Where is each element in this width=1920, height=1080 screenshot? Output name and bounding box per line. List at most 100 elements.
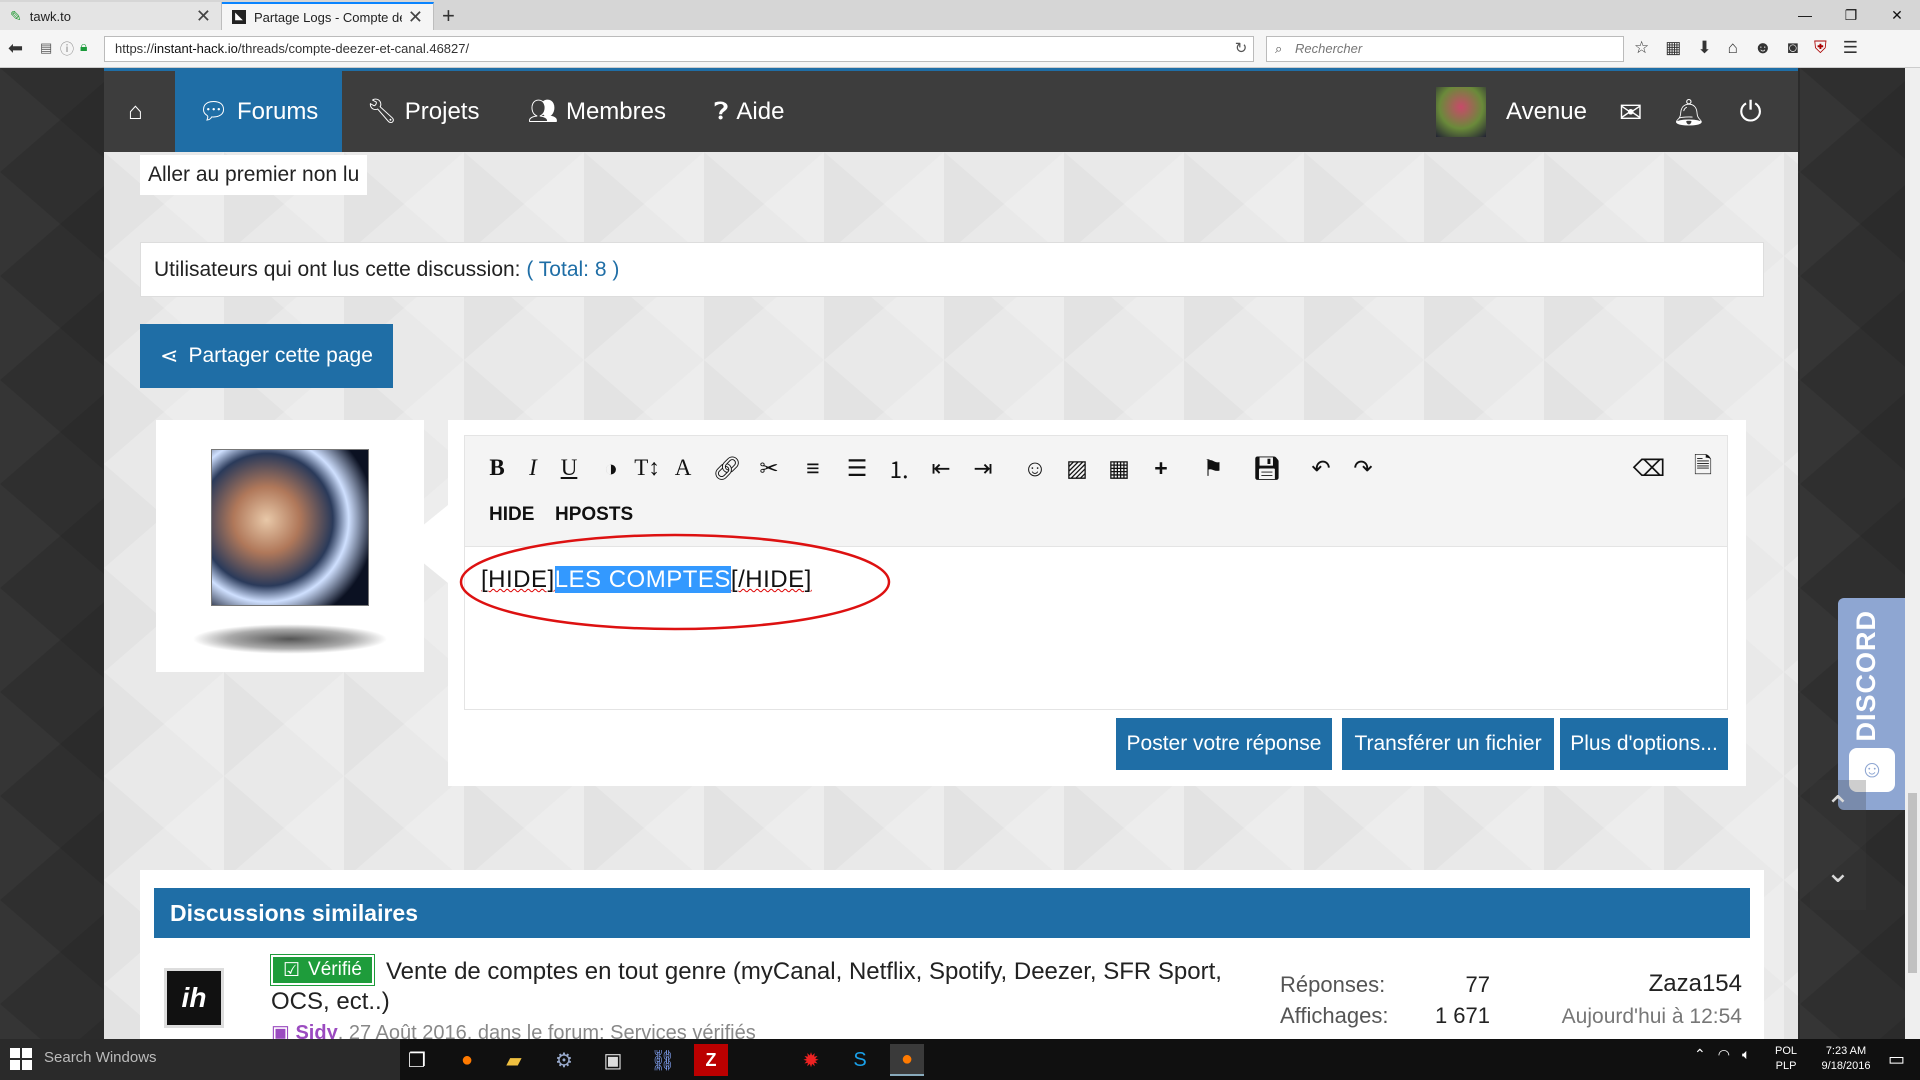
more-options-button[interactable]: Plus d'options... <box>1560 718 1728 770</box>
close-window-button[interactable]: ✕ <box>1874 0 1920 30</box>
windows-start-icon[interactable] <box>10 1048 32 1070</box>
file-explorer-icon[interactable]: ▰ <box>497 1044 531 1076</box>
reload-icon[interactable]: ↻ <box>1228 36 1254 62</box>
undo-button[interactable]: ↶ <box>1303 450 1339 486</box>
wifi-icon[interactable]: ◠ <box>1718 1046 1730 1063</box>
image-button[interactable]: ▨ <box>1059 450 1095 486</box>
last-post-date[interactable]: Aujourd'hui à 12:54 <box>1500 1005 1742 1029</box>
pocket-icon[interactable]: ◙ <box>1788 38 1798 58</box>
color-button[interactable]: ◑ <box>593 450 629 486</box>
tray-expand-icon[interactable]: ⌃ <box>1694 1046 1706 1063</box>
smiley-button[interactable]: ☺ <box>1017 450 1053 486</box>
browser-tab-tawk[interactable]: ✎ tawk.to ✕ <box>0 2 222 30</box>
scroll-up-button[interactable]: ⌃ <box>1810 790 1866 825</box>
media-button[interactable]: ▦ <box>1101 450 1137 486</box>
firefox-active-icon[interactable]: ● <box>890 1044 924 1076</box>
similar-thread-title-cont[interactable]: OCS, ect..) <box>271 988 390 1016</box>
outdent-button[interactable]: ⇤ <box>923 450 959 486</box>
remove-format-button[interactable]: ⌫ <box>1631 450 1667 486</box>
home-browser-icon[interactable]: ⌂ <box>1728 38 1738 58</box>
browser-search-input[interactable]: ⌕ Rechercher <box>1266 36 1624 62</box>
red-annotation-ellipse <box>459 533 891 631</box>
maximize-button[interactable]: ❐ <box>1828 0 1874 30</box>
steam-icon[interactable]: ⚙ <box>547 1044 581 1076</box>
font-family-button[interactable]: A <box>665 450 701 486</box>
font-size-button[interactable]: T↕ <box>629 450 665 486</box>
close-tab-icon[interactable]: ✕ <box>408 7 423 28</box>
scroll-down-button[interactable]: ⌄ <box>1810 855 1866 890</box>
user-menu[interactable]: Avenue ✉ 🔔︎ ⏻ <box>1436 87 1762 137</box>
first-unread-link[interactable]: Aller au premier non lu <box>140 155 368 195</box>
page-scrollbar[interactable] <box>1905 68 1920 1039</box>
hide-button[interactable]: HIDE <box>489 504 534 526</box>
nav-membres[interactable]: 👥︎ Membres <box>503 71 690 152</box>
page-icon[interactable]: ▤ <box>40 40 52 56</box>
document-icon: 🗎 <box>1693 451 1713 478</box>
last-post-user[interactable]: Zaza154 <box>1500 970 1742 998</box>
taskbar-search-placeholder[interactable]: Search Windows <box>44 1049 157 1066</box>
input-language[interactable]: POL PLP <box>1775 1044 1797 1074</box>
upload-file-button[interactable]: Transférer un fichier <box>1342 718 1554 770</box>
poster-avatar[interactable] <box>211 449 369 606</box>
nav-label: Membres <box>565 97 666 125</box>
download-icon[interactable]: ⬇ <box>1697 38 1711 58</box>
redo-icon: ↷ <box>1353 454 1373 481</box>
reading-list-icon[interactable]: ▦ <box>1665 38 1681 58</box>
firefox-icon[interactable]: ● <box>450 1044 484 1076</box>
scrollbar-thumb[interactable] <box>1908 793 1917 973</box>
unlink-button[interactable]: ✂ <box>751 450 787 486</box>
browser-tab-active[interactable]: ◣ Partage Logs - Compte de... ✕ <box>222 2 434 30</box>
scroll-arrows: ⌃ ⌄ <box>1810 780 1866 910</box>
info-icon[interactable]: ⓘ <box>60 39 74 59</box>
chat-extension-icon[interactable]: ☻ <box>1754 38 1772 58</box>
nav-aide[interactable]: ❓︎ Aide <box>690 71 808 152</box>
number-list-button[interactable]: ⒈ <box>881 450 917 486</box>
url-bar[interactable]: https://instant-hack.io/threads/compte-d… <box>104 36 1254 62</box>
close-tab-icon[interactable]: ✕ <box>196 6 211 27</box>
mail-icon[interactable]: ✉ <box>1619 96 1642 129</box>
task-view-icon[interactable]: ❐ <box>400 1044 434 1076</box>
readers-total[interactable]: ( Total: 8 ) <box>526 258 619 281</box>
link-button[interactable]: 🔗︎ <box>709 450 745 486</box>
share-page-button[interactable]: ⋖ Partager cette page <box>140 324 393 388</box>
minimize-button[interactable]: — <box>1782 0 1828 30</box>
power-icon[interactable]: ⏻ <box>1739 96 1761 129</box>
underline-button[interactable]: U <box>551 450 587 486</box>
badge-label: Vérifié <box>308 959 362 980</box>
align-button[interactable]: ≡ <box>795 450 831 486</box>
nav-home[interactable]: ⌂ <box>104 71 175 152</box>
bullet-list-icon: ☰ <box>846 454 868 481</box>
italic-button[interactable]: I <box>515 450 551 486</box>
skype-icon[interactable]: S <box>843 1044 877 1076</box>
taskbar-clock[interactable]: 7:23 AM 9/18/2016 <box>1810 1044 1882 1074</box>
redo-button[interactable]: ↷ <box>1345 450 1381 486</box>
volume-icon[interactable]: 🔈︎ <box>1742 1046 1750 1063</box>
nav-projets[interactable]: 🔧︎ Projets <box>342 71 503 152</box>
post-reply-button[interactable]: Poster votre réponse <box>1116 718 1332 770</box>
bookmark-star-icon[interactable]: ☆ <box>1634 38 1649 58</box>
new-tab-button[interactable]: + <box>442 3 455 29</box>
bell-icon[interactable]: 🔔︎ <box>1672 97 1705 128</box>
antivirus-icon[interactable]: ✹ <box>794 1044 828 1076</box>
menu-icon[interactable]: ☰ <box>1843 38 1858 58</box>
filezilla-icon[interactable]: Z <box>694 1044 728 1076</box>
discord-widget[interactable]: DISCORD ☺ <box>1838 598 1905 810</box>
thread-starter-avatar[interactable]: ih <box>164 968 224 1028</box>
nav-forums[interactable]: 💬︎ Forums <box>174 71 343 152</box>
bold-button[interactable]: B <box>479 450 515 486</box>
tab-title: Partage Logs - Compte de... <box>254 9 402 25</box>
network-tool-icon[interactable]: ⛓ <box>646 1044 680 1076</box>
insert-button[interactable]: + <box>1143 450 1179 486</box>
ublock-icon[interactable]: ⛨ <box>1814 38 1827 58</box>
indent-button[interactable]: ⇥ <box>965 450 1001 486</box>
action-center-icon[interactable]: ▭ <box>1888 1049 1905 1070</box>
save-draft-button[interactable]: 💾︎ <box>1249 450 1285 486</box>
back-arrow-icon[interactable]: ⬅ <box>8 38 23 59</box>
hposts-button[interactable]: HPOSTS <box>555 504 633 526</box>
bbcode-toggle-button[interactable]: 🗎 <box>1685 450 1721 486</box>
bullet-list-button[interactable]: ☰ <box>839 450 875 486</box>
link-icon: 🔗︎ <box>712 454 742 481</box>
flag-button[interactable]: ⚑ <box>1195 450 1231 486</box>
similar-thread-title[interactable]: Vente de comptes en tout genre (myCanal,… <box>386 955 1226 988</box>
app-window-icon[interactable]: ▣ <box>596 1044 630 1076</box>
